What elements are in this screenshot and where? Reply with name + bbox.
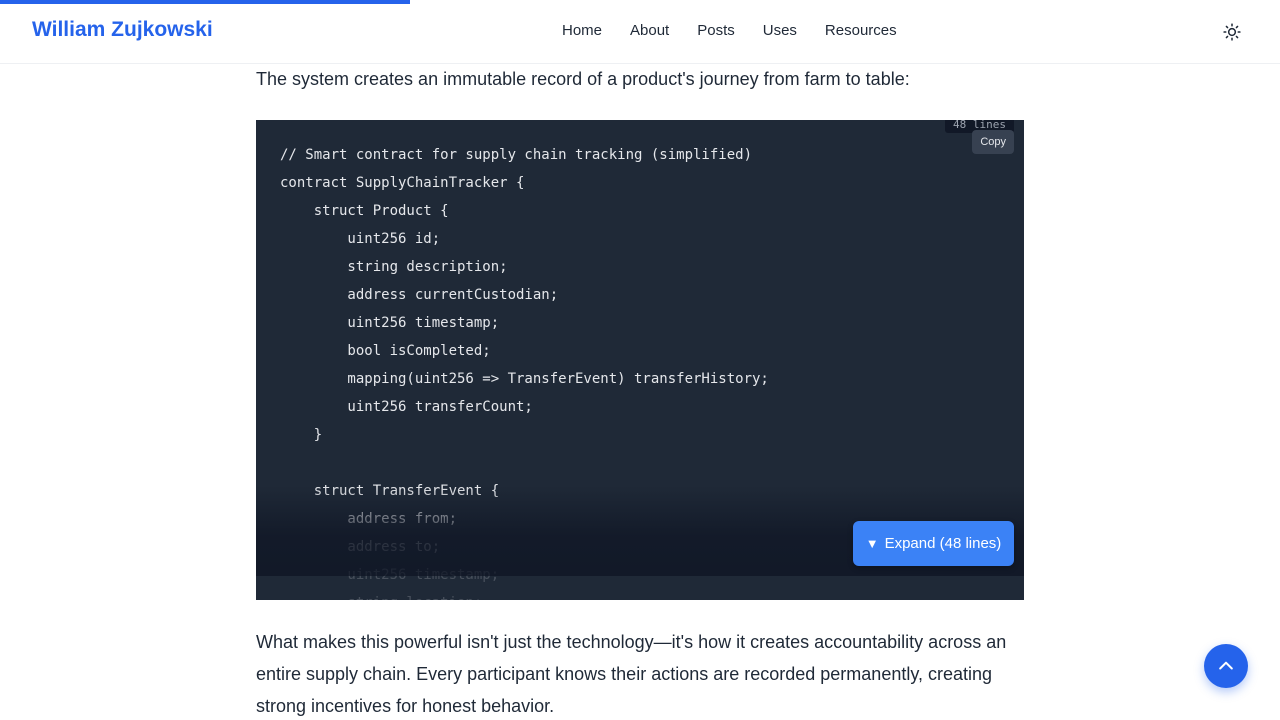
copy-button[interactable]: Copy (972, 130, 1014, 154)
code-line: uint256 timestamp; (280, 315, 500, 331)
nav-resources[interactable]: Resources (825, 22, 897, 39)
site-title-link[interactable]: William Zujkowski (32, 18, 213, 42)
nav-uses[interactable]: Uses (763, 22, 797, 39)
code-bottom-strip (256, 576, 1024, 600)
code-line: // Smart contract for supply chain track… (280, 147, 753, 163)
code-line: uint256 transferCount; (280, 399, 533, 415)
article-paragraph: What makes this powerful isn't just the … (256, 632, 1007, 716)
nav-home[interactable]: Home (562, 22, 602, 39)
chevron-up-icon (1219, 661, 1233, 670)
reading-progress-bar (0, 0, 410, 4)
code-block: // Smart contract for supply chain track… (256, 120, 1024, 600)
theme-toggle-button[interactable] (1222, 22, 1242, 42)
code-line: } (280, 427, 323, 443)
expand-code-button[interactable]: ▼ Expand (48 lines) (853, 521, 1014, 566)
code-line: uint256 id; (280, 231, 441, 247)
code-line: contract SupplyChainTracker { (280, 175, 525, 191)
scroll-to-top-button[interactable] (1204, 644, 1248, 688)
code-line: address currentCustodian; (280, 287, 559, 303)
triangle-down-icon: ▼ (865, 536, 879, 551)
code-line: string description; (280, 259, 508, 275)
code-line: bool isCompleted; (280, 343, 491, 359)
sun-icon (1223, 23, 1241, 41)
main-nav: Home About Posts Uses Resources (562, 22, 897, 39)
code-line: struct Product { (280, 203, 449, 219)
expand-label: Expand (48 lines) (884, 535, 1002, 552)
site-header: William Zujkowski Home About Posts Uses … (0, 0, 1280, 64)
article-intro-text: The system creates an immutable record o… (256, 69, 910, 89)
nav-posts[interactable]: Posts (697, 22, 735, 39)
code-line: mapping(uint256 => TransferEvent) transf… (280, 371, 769, 387)
nav-about[interactable]: About (630, 22, 669, 39)
